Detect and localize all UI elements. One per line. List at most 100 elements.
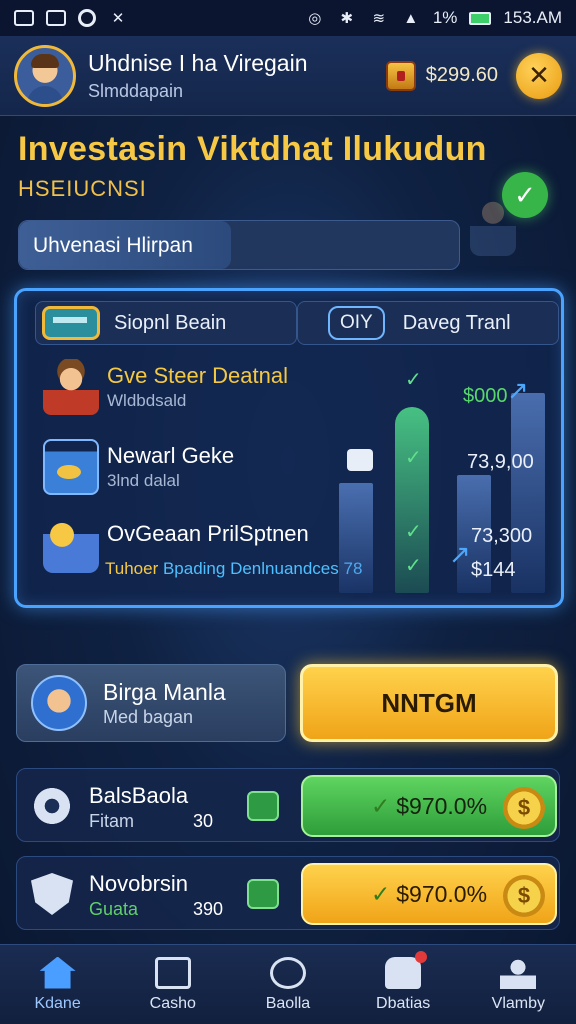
player-avatar[interactable] <box>14 44 76 107</box>
page-subtitle: HSEIUCNSI <box>18 176 147 201</box>
bluetooth-icon: ✱ <box>340 10 354 27</box>
row-subtitle: 3lnd dalal <box>107 471 180 490</box>
trend-up-icon: ↗ <box>449 539 471 569</box>
cash-icon <box>154 956 191 989</box>
list-item-sub: Fitam <box>89 811 134 831</box>
check-icon: ✓ <box>370 880 391 907</box>
search-text: Uhvenasi Hlirpan <box>33 234 193 257</box>
player-subtitle: Slmddapain <box>88 80 184 101</box>
wallet[interactable]: $299.60 <box>385 60 498 91</box>
bottom-nav: Kdane Casho Baolla Dbatias Vlamby <box>0 944 576 1024</box>
character-icon <box>43 359 99 415</box>
tab-basic[interactable]: Siopnl Beain <box>35 301 297 345</box>
close-icon: ✕ <box>528 60 550 90</box>
checkmark-badge-icon[interactable]: ✓ <box>502 172 548 218</box>
check-icon: ✓ <box>405 369 422 391</box>
shield-icon <box>31 873 73 915</box>
featured-name: Birga Manla <box>103 679 226 705</box>
investment-panel: Siopnl Beain OIY Daveg Tranl Gve Steer D… <box>14 288 564 608</box>
claim-button-label: $970.0% <box>396 792 488 819</box>
list-item: Novobrsin Guata 390 ✓ $970.0% $ <box>16 856 560 930</box>
nav-chat[interactable]: Baolla <box>238 956 338 1013</box>
media-icon <box>46 10 66 26</box>
row-value: 73,9,00 <box>467 451 534 473</box>
page-title: Investasin Viktdhat Ilukudun <box>18 130 487 168</box>
nav-label: Baolla <box>265 994 311 1012</box>
dollar-coin-icon: $ <box>503 875 545 917</box>
status-bar: ✕ ◎ ✱ ≋ ▲ 1% 153.AM <box>0 0 576 36</box>
tab-trend-badge: OIY <box>328 306 385 340</box>
trend-up-icon: ↗ <box>507 375 529 405</box>
investment-row[interactable]: Gve Steer Deatnal Wldbdsald <box>43 359 373 429</box>
row-subtitle: Wldbdsald <box>107 391 187 410</box>
chat-icon <box>269 956 306 989</box>
mail-icon <box>14 10 34 26</box>
nav-label: Vlamby <box>491 994 546 1012</box>
player-profile: Uhdnise I ha Viregain Slmddapain <box>88 50 308 102</box>
check-icon: ✓ <box>405 555 422 577</box>
row-title: Newarl Geke <box>107 443 235 468</box>
battery-percent: 1% <box>432 8 458 27</box>
row-note-text: Bpading Denlnuandces 78 <box>158 559 363 578</box>
header: Uhdnise I ha Viregain Slmddapain $299.60… <box>0 36 576 116</box>
trend-bars: ✓ ✓ ✓ ✓ ↗ ↗ <box>339 361 549 593</box>
wallet-icon <box>247 791 279 821</box>
list-item-count: 30 <box>193 811 214 831</box>
trend-bar <box>511 393 545 593</box>
trophy-icon <box>385 950 428 989</box>
nav-label: Dbatias <box>376 994 431 1012</box>
list-item-count: 390 <box>193 899 224 919</box>
claim-button[interactable]: ✓ $970.0% $ <box>301 863 557 925</box>
investment-row[interactable]: Newarl Geke 3lnd dalal <box>43 439 373 509</box>
check-icon: ✓ <box>370 792 391 819</box>
primary-action-button[interactable]: NNTGM <box>300 664 558 742</box>
row-note-prefix: Tuhoer <box>105 559 159 578</box>
battery-icon <box>469 11 492 25</box>
featured-player-card[interactable]: Birga Manla Med bagan <box>16 664 286 742</box>
mute-icon: ✕ <box>111 10 125 27</box>
record-icon <box>78 9 96 27</box>
home-icon <box>39 956 76 989</box>
nav-achievements[interactable]: Dbatias <box>353 950 453 1013</box>
profile-icon <box>500 956 537 989</box>
list-item-name: BalsBaola <box>89 783 189 808</box>
row-value: $000 <box>463 385 508 407</box>
treasure-chest-icon <box>385 60 416 91</box>
search-bar[interactable]: Uhvenasi Hlirpan <box>18 220 460 270</box>
list-item-name: Novobrsin <box>89 871 189 896</box>
check-icon: ✓ <box>405 447 422 469</box>
list-item: BalsBaola Fitam 30 ✓ $970.0% $ <box>16 768 560 842</box>
player-name: Uhdnise I ha Viregain <box>88 49 308 76</box>
gear-icon <box>31 785 73 827</box>
featured-avatar <box>31 675 87 731</box>
nav-label: Kdane <box>34 994 81 1012</box>
row-value: 73,300 <box>471 525 533 547</box>
dollar-coin-icon: $ <box>503 787 545 829</box>
nav-label: Casho <box>149 994 196 1012</box>
list-item-sub: Guata <box>89 899 139 919</box>
claim-button-label: $970.0% <box>396 880 488 907</box>
nav-home[interactable]: Kdane <box>8 956 108 1013</box>
coin-phone-icon <box>43 517 99 573</box>
nfc-icon: ◎ <box>308 10 322 27</box>
tab-trend-label: Daveg Tranl <box>402 311 511 334</box>
featured-subtitle: Med bagan <box>103 707 194 727</box>
trend-bar <box>339 483 373 593</box>
tab-basic-label: Siopnl Beain <box>114 311 227 334</box>
folder-icon <box>43 439 99 495</box>
nav-profile[interactable]: Vlamby <box>468 956 568 1013</box>
check-icon: ✓ <box>405 521 422 543</box>
chart-icon <box>247 879 279 909</box>
balance-amount: $299.60 <box>425 64 498 86</box>
nav-cash[interactable]: Casho <box>123 956 223 1013</box>
status-time: 153.AM <box>503 8 562 27</box>
close-button[interactable]: ✕ <box>516 52 562 99</box>
row-note: Tuhoer Bpading Denlnuandces 78 <box>105 559 362 579</box>
row-title: OvGeaan PrilSptnen <box>107 521 309 546</box>
tab-trend[interactable]: OIY Daveg Tranl <box>297 301 559 345</box>
row-title: Gve Steer Deatnal <box>107 363 288 388</box>
claim-button[interactable]: ✓ $970.0% $ <box>301 775 557 837</box>
row-value: $144 <box>471 559 516 581</box>
wifi-icon: ≋ <box>372 10 386 27</box>
signal-icon: ▲ <box>403 9 419 27</box>
